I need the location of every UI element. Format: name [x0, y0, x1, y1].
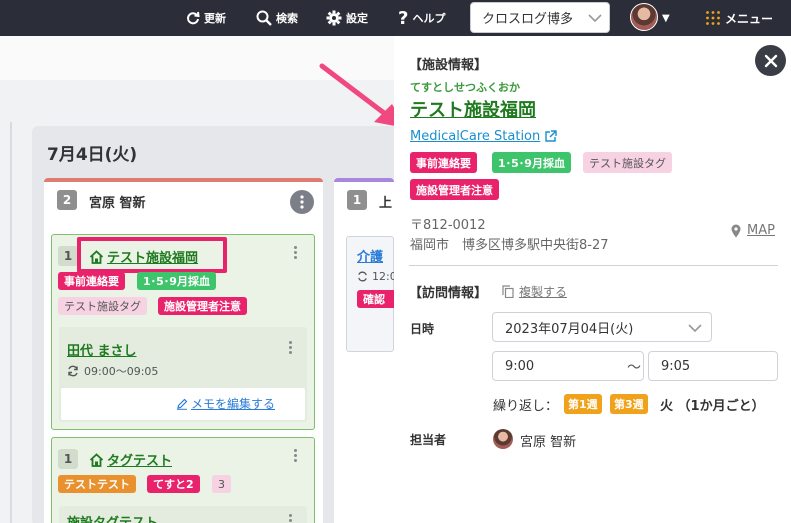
copy-icon [502, 285, 514, 298]
search-label: 検索 [276, 12, 298, 25]
gear-icon [326, 10, 342, 26]
calendar-sync-icon [358, 271, 367, 282]
tag-test-test: テストテスト [58, 475, 136, 493]
day-title: 7月4日(火) [47, 145, 138, 165]
repeat-label: 繰り返し： [493, 399, 559, 414]
copy-link[interactable]: 複製する [502, 283, 567, 300]
home-icon [89, 452, 104, 467]
assignee-name: 宮原 智新 [520, 435, 577, 450]
user-avatar[interactable] [630, 3, 658, 31]
edit-memo-link[interactable]: メモを編集する [176, 395, 275, 412]
menu-label: メニュー [725, 11, 774, 26]
visit-section-heading: 【訪問情報】 [409, 286, 488, 301]
refresh-icon [187, 11, 200, 25]
visit-time: 09:00〜09:05 [84, 365, 159, 378]
office-select-value: クロスログ博多 [482, 12, 574, 27]
datetime-label: 日時 [410, 322, 435, 336]
column-menu-button[interactable] [290, 190, 314, 214]
facility-title-link[interactable]: テスト施設福岡 [410, 96, 536, 122]
card-number: 1 [58, 246, 78, 266]
chevron-down-icon [588, 14, 602, 23]
facility-section-heading: 【施設情報】 [409, 58, 488, 73]
visit-count-badge: 1 [347, 190, 367, 210]
tag-blood-test: 1･5･9月採血 [492, 152, 571, 173]
map-link[interactable]: MAP [731, 223, 775, 238]
patient-menu-icon[interactable] [287, 341, 293, 356]
close-button[interactable] [755, 45, 786, 76]
close-icon [764, 54, 777, 67]
question-icon: ? [398, 7, 409, 29]
chevron-down-icon [688, 324, 702, 333]
visit-time: 12:0 [372, 270, 397, 283]
date-value: 2023年07月04日(火) [505, 321, 634, 337]
end-time-input[interactable]: 9:05 [648, 351, 778, 381]
patient-menu-icon[interactable] [287, 514, 293, 523]
tag-test-facility: テスト施設タグ [583, 152, 672, 173]
search-icon [256, 10, 272, 26]
patient-name[interactable]: 田代 まさし [67, 340, 137, 359]
tag-contact-required: 事前連絡要 [410, 152, 477, 173]
staff-name: 宮原 智新 [89, 196, 146, 211]
tag-tesuto2: てすと2 [147, 475, 200, 493]
calendar-sync-icon [68, 365, 78, 377]
board-divider [10, 122, 12, 523]
tag-confirm: 確認 [357, 290, 394, 308]
week-tag-3: 第3週 [610, 394, 648, 414]
facility-name[interactable]: 介護 [357, 246, 383, 265]
search-button[interactable]: 検索 [256, 0, 298, 36]
external-link-icon [545, 130, 557, 142]
assignee-avatar [493, 429, 513, 449]
facility-link[interactable]: タグテスト [89, 450, 172, 469]
repeat-rule: 火 （1か月ごと） [660, 399, 765, 414]
edit-memo-label: メモを編集する [191, 397, 276, 411]
staff-name: 上 [379, 196, 393, 211]
week-tag-1: 第1週 [564, 394, 602, 414]
copy-label: 複製する [519, 285, 568, 299]
map-label: MAP [747, 223, 775, 238]
tag-contact-required: 事前連絡要 [58, 272, 125, 290]
card-menu-icon[interactable] [292, 449, 298, 464]
card-number: 1 [58, 449, 78, 469]
tag-count-3: 3 [212, 475, 231, 493]
tag-blood-test: 1･5･9月採血 [137, 272, 216, 290]
refresh-button[interactable]: 更新 [186, 0, 226, 36]
refresh-label: 更新 [204, 12, 226, 25]
facility-name: タグテスト [107, 454, 173, 469]
office-select[interactable]: クロスログ博多 [470, 2, 610, 33]
tag-test-facility: テスト施設タグ [58, 297, 147, 315]
visit-count-badge: 2 [57, 190, 77, 210]
avatar-caret-icon[interactable]: ▼ [662, 0, 670, 36]
end-time-value: 9:05 [661, 358, 691, 374]
external-link-label: MedicalCare Station [410, 129, 541, 144]
menu-button[interactable]: メニュー [705, 0, 773, 36]
time-range-separator: 〜 [627, 360, 641, 376]
annotation-highlight-box [77, 237, 227, 273]
tag-admin-caution: 施設管理者注意 [158, 297, 247, 315]
section-divider [409, 265, 778, 266]
top-bar: 更新 検索 設定 ? ヘルプ クロスログ博多 ▼ メニュー [0, 0, 791, 36]
facility-kana: てすとしせつふくおか [410, 81, 520, 94]
date-select[interactable]: 2023年07月04日(火) [492, 312, 712, 342]
postal-code: 〒812-0012 [410, 218, 486, 233]
map-pin-icon [731, 224, 741, 237]
assignee-label: 担当者 [410, 433, 447, 447]
visit-time-row: 09:00〜09:05 [67, 363, 158, 379]
external-link[interactable]: MedicalCare Station [410, 129, 557, 144]
pencil-icon [177, 398, 188, 410]
tag-admin-caution: 施設管理者注意 [410, 179, 499, 200]
start-time-value: 9:00 [505, 358, 535, 374]
settings-label: 設定 [346, 12, 368, 25]
kebab-icon [300, 195, 304, 209]
patient-name: 施設タグテスト [67, 512, 158, 523]
help-button[interactable]: ? ヘルプ [398, 0, 445, 36]
address: 福岡市 博多区博多駅中央街8-27 [410, 238, 609, 253]
card-menu-icon[interactable] [292, 246, 298, 261]
patient-visit-box[interactable]: 施設タグテスト [59, 506, 307, 523]
grid-menu-icon [706, 11, 720, 25]
help-label: ヘルプ [412, 12, 446, 25]
settings-button[interactable]: 設定 [326, 0, 368, 36]
visit-time-row: 12:0 [357, 270, 397, 283]
start-time-input[interactable]: 9:00 [492, 351, 644, 381]
